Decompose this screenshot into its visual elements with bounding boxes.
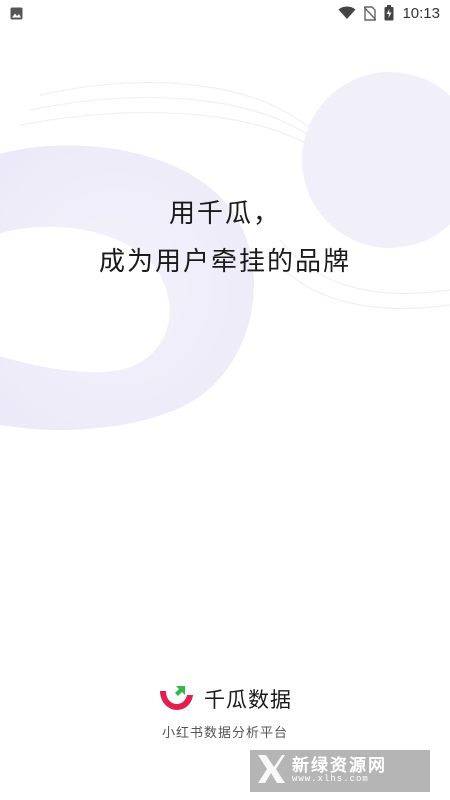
watermark-title: 新绿资源网 [292,755,387,776]
left-ring-shape [0,145,254,430]
watermark-logo-icon [256,753,286,789]
image-notification-icon [10,7,23,20]
brand-name: 千瓜数据 [204,688,292,712]
qiangua-logo-icon [158,682,196,716]
brand-subtitle: 小红书数据分析平台 [161,726,288,741]
slogan-line-2: 成为用户牵挂的品牌 [98,247,351,277]
slogan-line-1: 用千瓜， [168,199,281,229]
wifi-icon [338,6,356,20]
background-decoration [0,72,450,430]
splash-screen: 10:13 用千瓜， 成为用户牵挂的品牌 千瓜数据 小红书数据分析平台 新绿资源… [0,0,450,800]
status-time: 10:13 [402,4,440,22]
watermark-url: www.xlhs.com [292,774,369,785]
status-bar: 10:13 [0,0,450,26]
site-watermark: 新绿资源网 www.xlhs.com [250,750,430,792]
no-sim-icon [364,5,377,21]
battery-charging-icon [384,5,394,21]
brand-lockup: 千瓜数据 [0,682,450,716]
